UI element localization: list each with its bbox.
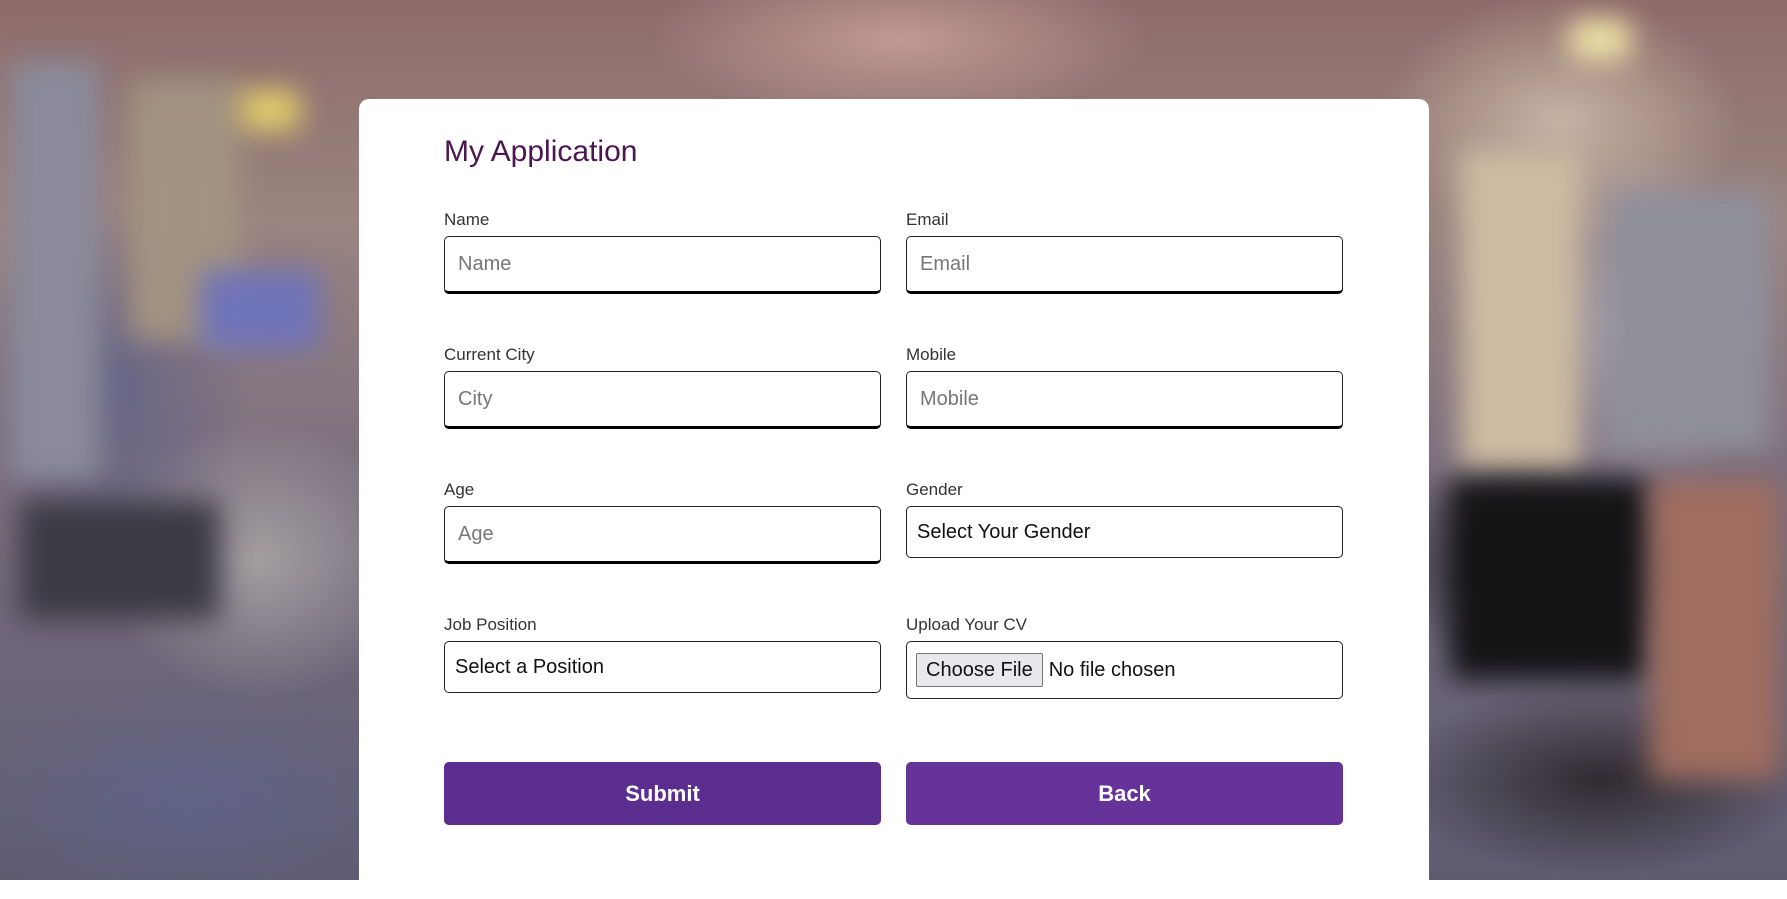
page-title: My Application: [444, 135, 638, 168]
gender-select-value: Select Your Gender: [917, 521, 1091, 543]
position-select[interactable]: Select a Position: [444, 641, 881, 693]
name-input[interactable]: [444, 236, 881, 294]
cv-label: Upload Your CV: [906, 615, 1027, 634]
email-field: Email: [906, 209, 1343, 294]
email-label: Email: [906, 210, 949, 229]
file-status: No file chosen: [1048, 658, 1176, 681]
choose-file-button[interactable]: Choose File: [916, 653, 1043, 687]
age-field: Age: [444, 479, 881, 564]
cv-field: Upload Your CV Choose File No file chose…: [906, 614, 1343, 699]
city-field: Current City: [444, 344, 881, 429]
cv-file-input[interactable]: Choose File No file chosen: [906, 641, 1343, 699]
mobile-label: Mobile: [906, 345, 957, 364]
gender-select[interactable]: Select Your Gender: [906, 506, 1343, 558]
position-select-value: Select a Position: [455, 656, 604, 678]
name-field: Name: [444, 209, 881, 294]
back-button-label: Back: [1098, 781, 1151, 806]
name-label: Name: [444, 210, 490, 229]
back-button[interactable]: Back: [906, 762, 1343, 825]
mobile-input[interactable]: [906, 371, 1343, 429]
gender-field: Gender Select Your Gender: [906, 479, 1343, 558]
mobile-field: Mobile: [906, 344, 1343, 429]
gender-label: Gender: [906, 480, 963, 499]
submit-button-label: Submit: [625, 781, 700, 806]
email-input[interactable]: [906, 236, 1343, 294]
submit-button[interactable]: Submit: [444, 762, 881, 825]
position-label: Job Position: [444, 615, 537, 634]
position-field: Job Position Select a Position: [444, 614, 881, 693]
city-input[interactable]: [444, 371, 881, 429]
city-label: Current City: [444, 345, 535, 364]
age-input[interactable]: [444, 506, 881, 564]
application-card: My Application Name Email Current City M…: [359, 99, 1429, 899]
age-label: Age: [444, 480, 475, 499]
